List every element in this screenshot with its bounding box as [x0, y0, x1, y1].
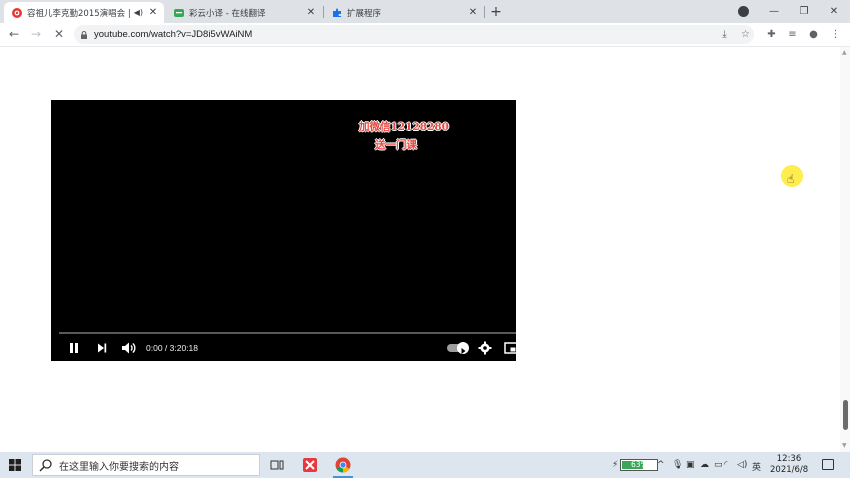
bookmark-star-icon[interactable]: ☆ [739, 28, 752, 41]
app-tray-icon[interactable]: ▣ [686, 460, 695, 470]
caiyun-favicon-icon [174, 8, 184, 17]
tab-title: 彩云小译 - 在线翻译 [189, 8, 266, 19]
menu-kebab-icon[interactable]: ⋮ [829, 28, 842, 41]
battery-icon: 63% [620, 459, 659, 471]
watermark-line-1: 加微信12128280 [359, 121, 449, 133]
minimize-button[interactable]: — [763, 2, 785, 20]
settings-gear-icon[interactable] [477, 340, 493, 356]
battery-indicator[interactable]: ⚡ 63% [612, 458, 659, 472]
miniplayer-icon[interactable] [503, 340, 516, 356]
taskbar-search-box[interactable]: 在这里输入你要搜索的内容 [32, 454, 260, 476]
keyboard-icon[interactable]: ▭ [714, 460, 723, 470]
wifi-icon[interactable]: ◜ [724, 460, 728, 470]
clock-date: 2021/6/8 [770, 465, 809, 475]
hand-cursor-icon: ☝ [787, 172, 795, 186]
stop-loading-icon[interactable]: ✕ [51, 26, 67, 42]
battery-percent: 63% [630, 460, 648, 469]
profile-icon[interactable] [738, 6, 749, 17]
video-player[interactable]: 加微信12128280 送一门课 0:00 / 3:20:18 [51, 100, 516, 361]
forward-arrow-icon[interactable]: → [28, 26, 44, 42]
reading-list-icon[interactable]: ≡ [786, 28, 799, 41]
address-bar[interactable]: youtube.com/watch?v=JD8i5vWAiNM [74, 25, 754, 44]
microphone-icon[interactable]: 🎙 [672, 460, 683, 470]
windows-start-icon[interactable] [9, 459, 21, 471]
puzzle-favicon-icon [333, 8, 341, 17]
close-icon[interactable]: ✕ [304, 6, 318, 20]
new-tab-button[interactable]: + [488, 4, 504, 20]
window-close-button[interactable]: ✕ [823, 2, 845, 20]
scroll-up-icon[interactable]: ▲ [842, 49, 847, 56]
tab-strip: 容祖儿李克勤2015演唱会 | ◀) ✕ 彩云小译 - 在线翻译 ✕ 扩展程序 … [0, 0, 850, 23]
url-text: youtube.com/watch?v=JD8i5vWAiNM [94, 29, 253, 40]
scrollbar-thumb[interactable] [843, 400, 848, 430]
download-icon[interactable]: ⤓ [718, 28, 731, 41]
tab-title: 扩展程序 [347, 8, 382, 19]
tab-caiyun[interactable]: 彩云小译 - 在线翻译 ✕ [166, 2, 322, 23]
player-controls: 0:00 / 3:20:18 [51, 336, 516, 361]
clock-time: 12:36 [776, 454, 802, 464]
scroll-down-icon[interactable]: ▼ [842, 442, 847, 449]
page-scrollbar[interactable] [840, 47, 850, 452]
chevron-up-icon[interactable]: ^ [657, 460, 665, 470]
task-view-icon[interactable] [264, 455, 290, 475]
browser-toolbar: ← → ✕ youtube.com/watch?v=JD8i5vWAiNM ⤓ … [0, 23, 850, 47]
speaker-icon[interactable]: ◀) [134, 8, 143, 17]
xmind-app-icon[interactable] [297, 455, 323, 475]
lock-icon [81, 30, 87, 39]
search-placeholder: 在这里输入你要搜索的内容 [59, 461, 179, 473]
pause-icon[interactable] [67, 340, 81, 356]
chrome-app-icon[interactable] [330, 455, 356, 478]
progress-bar[interactable] [59, 332, 516, 334]
restore-button[interactable]: ❐ [793, 2, 815, 20]
volume-icon[interactable] [120, 340, 138, 356]
next-icon[interactable] [95, 340, 109, 356]
tab-youtube[interactable]: 容祖儿李克勤2015演唱会 | ◀) ✕ [4, 2, 164, 23]
back-arrow-icon[interactable]: ← [6, 26, 22, 42]
ime-indicator[interactable]: 英 [752, 460, 761, 473]
time-display: 0:00 / 3:20:18 [146, 343, 198, 353]
plug-icon: ⚡ [612, 460, 619, 470]
close-icon[interactable]: ✕ [146, 6, 160, 20]
account-icon[interactable]: ● [807, 28, 820, 41]
speaker-icon[interactable]: ◁) [737, 460, 747, 470]
notification-icon[interactable] [822, 459, 834, 470]
tab-extensions[interactable]: 扩展程序 ✕ [324, 2, 484, 23]
search-icon [39, 459, 52, 472]
system-clock[interactable]: 12:36 2021/6/8 [770, 454, 808, 476]
windows-taskbar: 在这里输入你要搜索的内容 ⚡ 63% ^ 🎙 ▣ ☁ ▭ ◜ ◁) 英 12:3… [0, 452, 850, 478]
close-icon[interactable]: ✕ [466, 6, 480, 20]
cloud-sync-icon[interactable]: ☁ [700, 460, 709, 470]
autoplay-knob-icon[interactable] [457, 342, 469, 354]
extensions-puzzle-icon[interactable]: ✚ [765, 28, 778, 41]
tab-title: 容祖儿李克勤2015演唱会 | [27, 8, 131, 19]
youtube-favicon-icon [12, 7, 22, 18]
watermark-line-2: 送一门课 [375, 139, 417, 151]
tab-separator [484, 6, 485, 18]
